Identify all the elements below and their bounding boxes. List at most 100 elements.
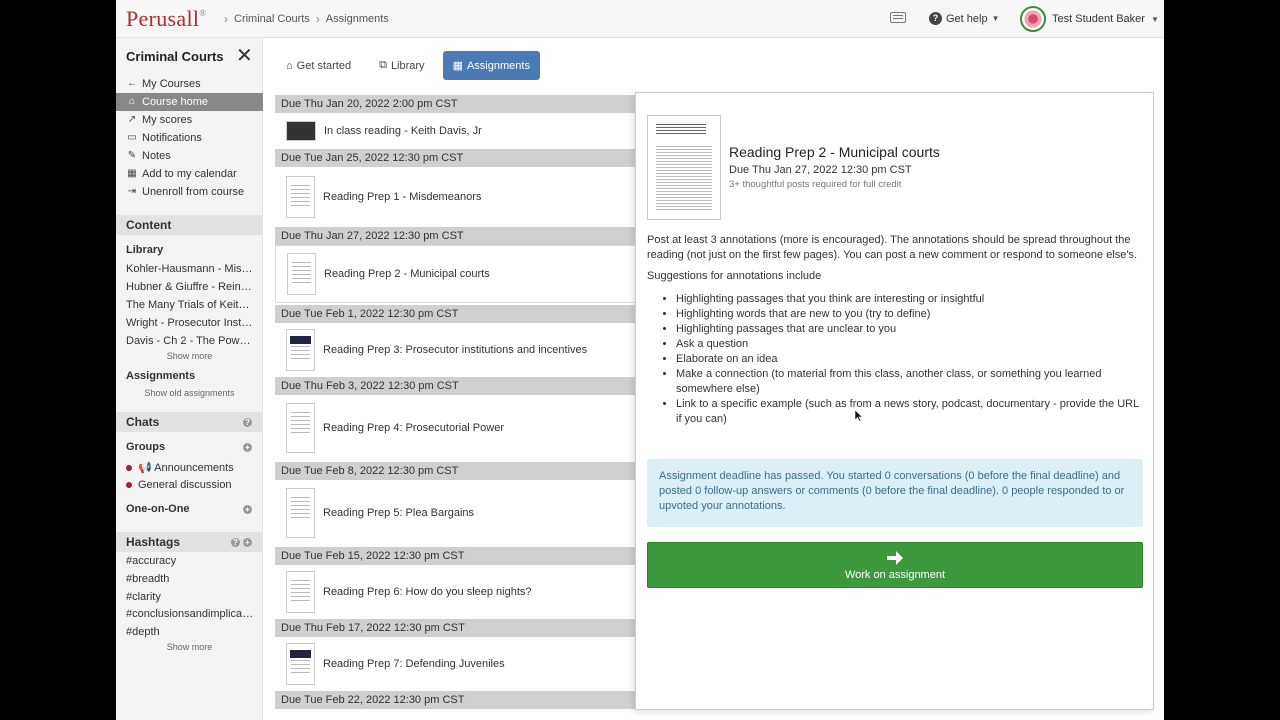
- tab-get-started[interactable]: ⌂ Get started: [276, 51, 361, 80]
- add-chat-icon[interactable]: +: [243, 505, 252, 514]
- due-date-header: Due Tue Feb 1, 2022 12:30 pm CST: [275, 305, 635, 323]
- group-general-discussion[interactable]: General discussion: [126, 479, 254, 491]
- assignment-row[interactable]: Reading Prep 7: Defending Juveniles: [275, 637, 635, 691]
- pencil-icon: ✎: [127, 150, 137, 161]
- assignment-title: Reading Prep 5: Plea Bargains: [323, 507, 475, 519]
- sidebar-item-notes[interactable]: ✎ Notes: [116, 147, 263, 165]
- group-announcements[interactable]: 📢 Announcements: [126, 461, 254, 474]
- due-date-header: Due Thu Jan 27, 2022 12:30 pm CST: [275, 227, 635, 245]
- due-date-header: Due Tue Feb 15, 2022 12:30 pm CST: [275, 547, 635, 565]
- one-on-one-label: One-on-One: [126, 503, 190, 515]
- assignment-row[interactable]: Reading Prep 3: Prosecutor institutions …: [275, 323, 635, 377]
- sidebar-item-my-scores[interactable]: ↗ My scores: [116, 111, 263, 129]
- tab-library[interactable]: ⧉ Library: [369, 51, 434, 80]
- reading-thumbnail: [286, 643, 315, 685]
- show-old-assignments[interactable]: Show old assignments: [116, 388, 263, 398]
- sidebar: Criminal Courts ✕ ← My Courses ⌂ Course ho…: [116, 38, 263, 720]
- reading-cover-thumbnail[interactable]: [647, 115, 721, 220]
- keyboard-icon[interactable]: [890, 12, 906, 23]
- reading-thumbnail: [286, 403, 315, 453]
- home-icon: ⌂: [128, 96, 136, 107]
- sidebar-item-label: Unenroll from course: [142, 186, 245, 198]
- add-hashtag-icon[interactable]: +: [243, 538, 252, 547]
- group-label: 📢 Announcements: [138, 462, 234, 474]
- assignment-requirement: 3+ thoughtful posts required for full cr…: [729, 179, 902, 190]
- avatar: [1020, 6, 1046, 32]
- caret-down-icon: ▼: [991, 14, 1000, 23]
- assignment-title: Reading Prep 6: How do you sleep nights?: [323, 586, 532, 598]
- content-section-header: Content: [116, 215, 263, 235]
- due-date-header: Due Tue Feb 8, 2022 12:30 pm CST: [275, 462, 635, 480]
- tab-assignments[interactable]: ▦ Assignments: [442, 51, 540, 80]
- suggestion-item: Highlighting passages that are unclear t…: [676, 322, 1146, 337]
- sidebar-course-title: Criminal Courts: [126, 49, 224, 64]
- due-date-header: Due Thu Feb 17, 2022 12:30 pm CST: [275, 619, 635, 637]
- breadcrumb-assignments[interactable]: Assignments: [326, 13, 389, 25]
- sidebar-item-label: Add to my calendar: [142, 168, 237, 180]
- unread-dot: [126, 464, 132, 471]
- breadcrumb-course[interactable]: Criminal Courts: [234, 13, 310, 25]
- assignment-row[interactable]: Reading Prep 6: How do you sleep nights?: [275, 565, 635, 619]
- library-item[interactable]: Wright - Prosecutor Institutions: [126, 317, 254, 329]
- assignment-detail-due: Due Thu Jan 27, 2022 12:30 pm CST: [729, 164, 912, 176]
- hashtag-item[interactable]: #depth: [126, 626, 254, 638]
- assignment-description: Post at least 3 annotations (more is enc…: [647, 234, 1138, 261]
- get-help-menu[interactable]: ? Get help ▼: [929, 12, 1000, 25]
- help-icon[interactable]: ?: [243, 418, 252, 427]
- chevron-right-icon: ›: [315, 12, 320, 26]
- assignment-detail-title: Reading Prep 2 - Municipal courts: [729, 144, 940, 160]
- home-icon: ⌂: [286, 59, 293, 72]
- unread-dot: [126, 482, 132, 488]
- assignment-row[interactable]: Reading Prep 1 - Misdemeanors: [275, 167, 635, 227]
- sidebar-item-calendar[interactable]: ▦ Add to my calendar: [116, 165, 263, 183]
- assignment-row[interactable]: Reading Prep 4: Prosecutorial Power: [275, 395, 635, 461]
- assignment-row[interactable]: In class reading - Keith Davis, Jr: [275, 113, 635, 149]
- user-menu[interactable]: Test Student Baker ▼: [1020, 6, 1159, 32]
- sidebar-item-course-home[interactable]: ⌂ Course home: [116, 93, 263, 111]
- hashtag-item[interactable]: #conclusionsandimplications: [126, 608, 254, 620]
- help-icon[interactable]: ?: [231, 538, 240, 547]
- suggestion-item: Highlighting words that are new to you (…: [676, 307, 1146, 322]
- library-item[interactable]: Kohler-Hausmann - Misdemeanors: [126, 263, 254, 275]
- hashtag-item[interactable]: #breadth: [126, 573, 254, 585]
- close-icon[interactable]: ✕: [236, 46, 253, 66]
- assignment-title: Reading Prep 2 - Municipal courts: [324, 268, 490, 280]
- hashtag-item[interactable]: #accuracy: [126, 555, 254, 567]
- assignments-label[interactable]: Assignments: [126, 370, 195, 382]
- assignment-row-selected[interactable]: Reading Prep 2 - Municipal courts: [275, 245, 635, 303]
- sidebar-item-label: Course home: [142, 96, 209, 108]
- library-show-more[interactable]: Show more: [116, 351, 263, 361]
- tab-label: Library: [390, 59, 425, 72]
- reading-thumbnail: [287, 253, 316, 295]
- sidebar-item-label: Notifications: [142, 132, 202, 144]
- library-label[interactable]: Library: [126, 244, 163, 256]
- sidebar-item-label: My scores: [142, 114, 193, 126]
- assignment-row[interactable]: Reading Prep 5: Plea Bargains: [275, 480, 635, 546]
- get-help-label: Get help: [946, 12, 988, 25]
- group-label: General discussion: [138, 479, 232, 491]
- sidebar-item-unenroll[interactable]: ⇥ Unenroll from course: [116, 183, 263, 201]
- chart-line-icon: ↗: [127, 114, 137, 125]
- due-date-header: Due Thu Jan 20, 2022 2:00 pm CST: [275, 95, 635, 113]
- library-item[interactable]: Davis - Ch 2 - The Power of Prosecutors: [126, 335, 254, 347]
- library-item[interactable]: Hubner & Giuffre - Reinforcing: [126, 281, 254, 293]
- app-window: Perusall® › Criminal Courts › Assignment…: [116, 0, 1164, 720]
- question-circle-icon: ?: [929, 12, 942, 25]
- sidebar-item-my-courses[interactable]: ← My Courses: [116, 75, 263, 93]
- hashtags-show-more[interactable]: Show more: [116, 642, 263, 652]
- library-item[interactable]: The Many Trials of Keith Davis: [126, 299, 254, 311]
- main-tabs: ⌂ Get started ⧉ Library ▦ Assignments: [276, 51, 540, 80]
- reading-thumbnail: [286, 121, 316, 141]
- chats-section-header: Chats: [116, 412, 263, 432]
- suggestion-item: Link to a specific example (such as from…: [676, 397, 1146, 427]
- due-date-header: Due Tue Feb 22, 2022 12:30 pm CST: [275, 691, 635, 709]
- sidebar-item-notifications[interactable]: ▭ Notifications: [116, 129, 263, 147]
- add-group-icon[interactable]: +: [243, 443, 252, 452]
- deadline-notice: Assignment deadline has passed. You star…: [647, 459, 1143, 527]
- tab-label: Assignments: [466, 59, 530, 72]
- breadcrumb: › Criminal Courts › Assignments: [224, 12, 389, 26]
- hashtag-item[interactable]: #clarity: [126, 591, 254, 603]
- work-on-assignment-button[interactable]: Work on assignment: [647, 542, 1143, 588]
- arrow-left-icon: ←: [127, 78, 137, 89]
- perusall-logo[interactable]: Perusall®: [126, 6, 206, 32]
